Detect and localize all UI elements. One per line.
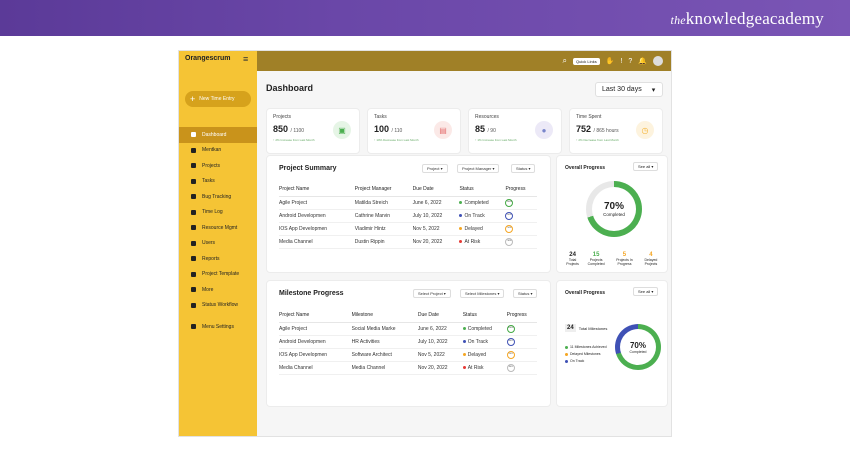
progress-ring: 30%	[505, 238, 514, 246]
tasks-icon	[191, 178, 196, 184]
avatar[interactable]	[653, 56, 663, 66]
reports-icon	[191, 256, 196, 262]
search-icon[interactable]: ⌕	[563, 56, 567, 66]
folder-icon	[191, 163, 196, 169]
more-icon	[191, 287, 196, 293]
progress-ring: 50%	[506, 351, 515, 359]
progress-ring: 100%	[505, 199, 514, 207]
milestone-donut: 70% Completed	[615, 324, 661, 370]
clipboard-icon: ▤	[434, 121, 452, 139]
main-content: Dashboard Last 30 days ▾ Projects 850 / 1…	[257, 71, 671, 436]
dashboard-icon	[191, 132, 196, 138]
sidebar-item-status-workflow[interactable]: Status Workflow	[179, 298, 257, 314]
quick-links-button[interactable]: Quick Links	[573, 57, 600, 65]
sidebar-item-more[interactable]: More	[179, 282, 257, 298]
table-row[interactable]: Agile Project Matilda Streich June 6, 2022…	[279, 196, 537, 210]
bug-icon	[191, 194, 196, 200]
project-manager-filter[interactable]: Project Manager ▾	[457, 164, 500, 173]
project-summary-panel: Project Summary Project ▾ Project Manage…	[266, 155, 551, 273]
legend: 11 Milestones Achieved Delayed Milestone…	[565, 345, 607, 363]
resource-icon	[191, 225, 196, 231]
gear-icon	[191, 324, 196, 330]
stat-card-resources: Resources 85 / 90 ↑ 1% Increase from Las…	[468, 108, 562, 154]
briefcase-icon: ▣	[333, 121, 351, 139]
plus-icon: +	[190, 93, 196, 104]
see-all-filter[interactable]: See all ▾	[633, 287, 659, 296]
brand-logo: theknowledgeacademy	[670, 9, 824, 28]
sidebar-item-resource-mgmt[interactable]: Resource Mgmt	[179, 220, 257, 236]
alert-icon[interactable]: !	[620, 58, 622, 65]
at-icon	[191, 147, 196, 153]
clock-icon: ◷	[636, 121, 654, 139]
table-row[interactable]: IOS App Developmen Software Architect Nov …	[279, 348, 537, 362]
template-icon	[191, 271, 196, 277]
bell-icon[interactable]: 🔔	[638, 57, 647, 65]
page-title: Dashboard	[266, 83, 314, 93]
user-icon: ●	[535, 121, 553, 139]
clock-icon	[191, 209, 196, 215]
project-stats: 24 Total Projects 15 Projects Completed 5P…	[566, 252, 658, 266]
stat-card-projects: Projects 850 / 1100 ↑ 2% Increase from L…	[266, 108, 360, 154]
app-logo[interactable]: Orangescrum	[185, 55, 231, 62]
project-filter[interactable]: Project ▾	[422, 164, 448, 173]
sidebar-item-mentkan[interactable]: Mentkan	[179, 143, 257, 159]
progress-ring: 30%	[506, 364, 515, 372]
sidebar-nav: Dashboard Mentkan Projects Tasks Bug Tra…	[179, 127, 257, 335]
progress-ring: 60%	[505, 212, 514, 220]
table-row[interactable]: Agile Project Social Media Marke June 6, 2…	[279, 322, 537, 336]
milestone-progress-panel: Milestone Progress Select Project ▾ Sele…	[266, 280, 551, 407]
select-project-filter[interactable]: Select Project ▾	[413, 289, 451, 298]
hand-icon[interactable]: ✋	[606, 57, 615, 65]
progress-ring: 50%	[505, 225, 514, 233]
stat-card-tasks: Tasks 100 / 110 ↑ 10% Decrease from Last…	[367, 108, 461, 154]
select-milestones-filter[interactable]: Select Milestones ▾	[460, 289, 505, 298]
status-filter[interactable]: Status ▾	[511, 164, 536, 173]
milestone-overall-progress-panel: Overall Progress See all ▾ 24 Total Miles…	[556, 280, 668, 407]
sidebar-item-users[interactable]: Users	[179, 236, 257, 252]
chevron-down-icon: ▾	[651, 86, 656, 94]
app-window: Orangescrum ≡ + New Time Entry Dashboard …	[178, 50, 672, 437]
sidebar-item-projects[interactable]: Projects	[179, 158, 257, 174]
sidebar-item-tasks[interactable]: Tasks	[179, 174, 257, 190]
users-icon	[191, 240, 196, 246]
sidebar-item-bug-tracking[interactable]: Bug Tracking	[179, 189, 257, 205]
sidebar-item-reports[interactable]: Reports	[179, 251, 257, 267]
status-filter[interactable]: Status ▾	[513, 289, 538, 298]
overall-progress-panel: Overall Progress See all ▾ 70% Completed…	[556, 155, 668, 273]
progress-ring: 60%	[506, 338, 515, 346]
sidebar-item-menu-settings[interactable]: Menu Settings	[179, 319, 257, 335]
table-row[interactable]: Android Developmen HR Activities July 10, …	[279, 335, 537, 349]
table-row[interactable]: IOS App Developmen Vladimir Hintz Nov 5, 2…	[279, 222, 537, 236]
total-milestones: 24 Total Milestones	[565, 324, 608, 332]
table-row[interactable]: Android Developmen Cathrine Marvin July 10…	[279, 209, 537, 223]
table-row[interactable]: Media Channel Media Channel Nov 20, 2022 At…	[279, 361, 537, 375]
workflow-icon	[191, 302, 196, 308]
milestone-table: Project Name Milestone Due Date Status Progr…	[279, 308, 537, 375]
sidebar-item-time-log[interactable]: Time Log	[179, 205, 257, 221]
project-summary-title: Project Summary	[279, 165, 337, 172]
project-summary-table: Project Name Project Manager Due Date Statu…	[279, 182, 537, 249]
help-icon[interactable]: ?	[628, 58, 632, 65]
sidebar: Orangescrum ≡ + New Time Entry Dashboard …	[179, 51, 257, 436]
table-row[interactable]: Media Channel Dustin Rippin Nov 20, 2022 At…	[279, 235, 537, 249]
top-header: ⌕ Quick Links ✋ ! ? 🔔	[257, 51, 671, 71]
new-time-entry-button[interactable]: + New Time Entry	[185, 91, 251, 107]
menu-icon[interactable]: ≡	[243, 54, 248, 64]
top-banner: theknowledgeacademy	[0, 0, 850, 36]
see-all-filter[interactable]: See all ▾	[633, 162, 659, 171]
date-range-select[interactable]: Last 30 days ▾	[595, 82, 663, 97]
progress-ring: 100%	[506, 325, 515, 333]
sidebar-item-project-template[interactable]: Project Template	[179, 267, 257, 283]
stat-card-time-spent: Time Spent 752 / 865 hours ↑ 2% Decrease…	[569, 108, 663, 154]
sidebar-item-dashboard[interactable]: Dashboard	[179, 127, 257, 143]
progress-donut: 70% Completed	[586, 181, 642, 237]
